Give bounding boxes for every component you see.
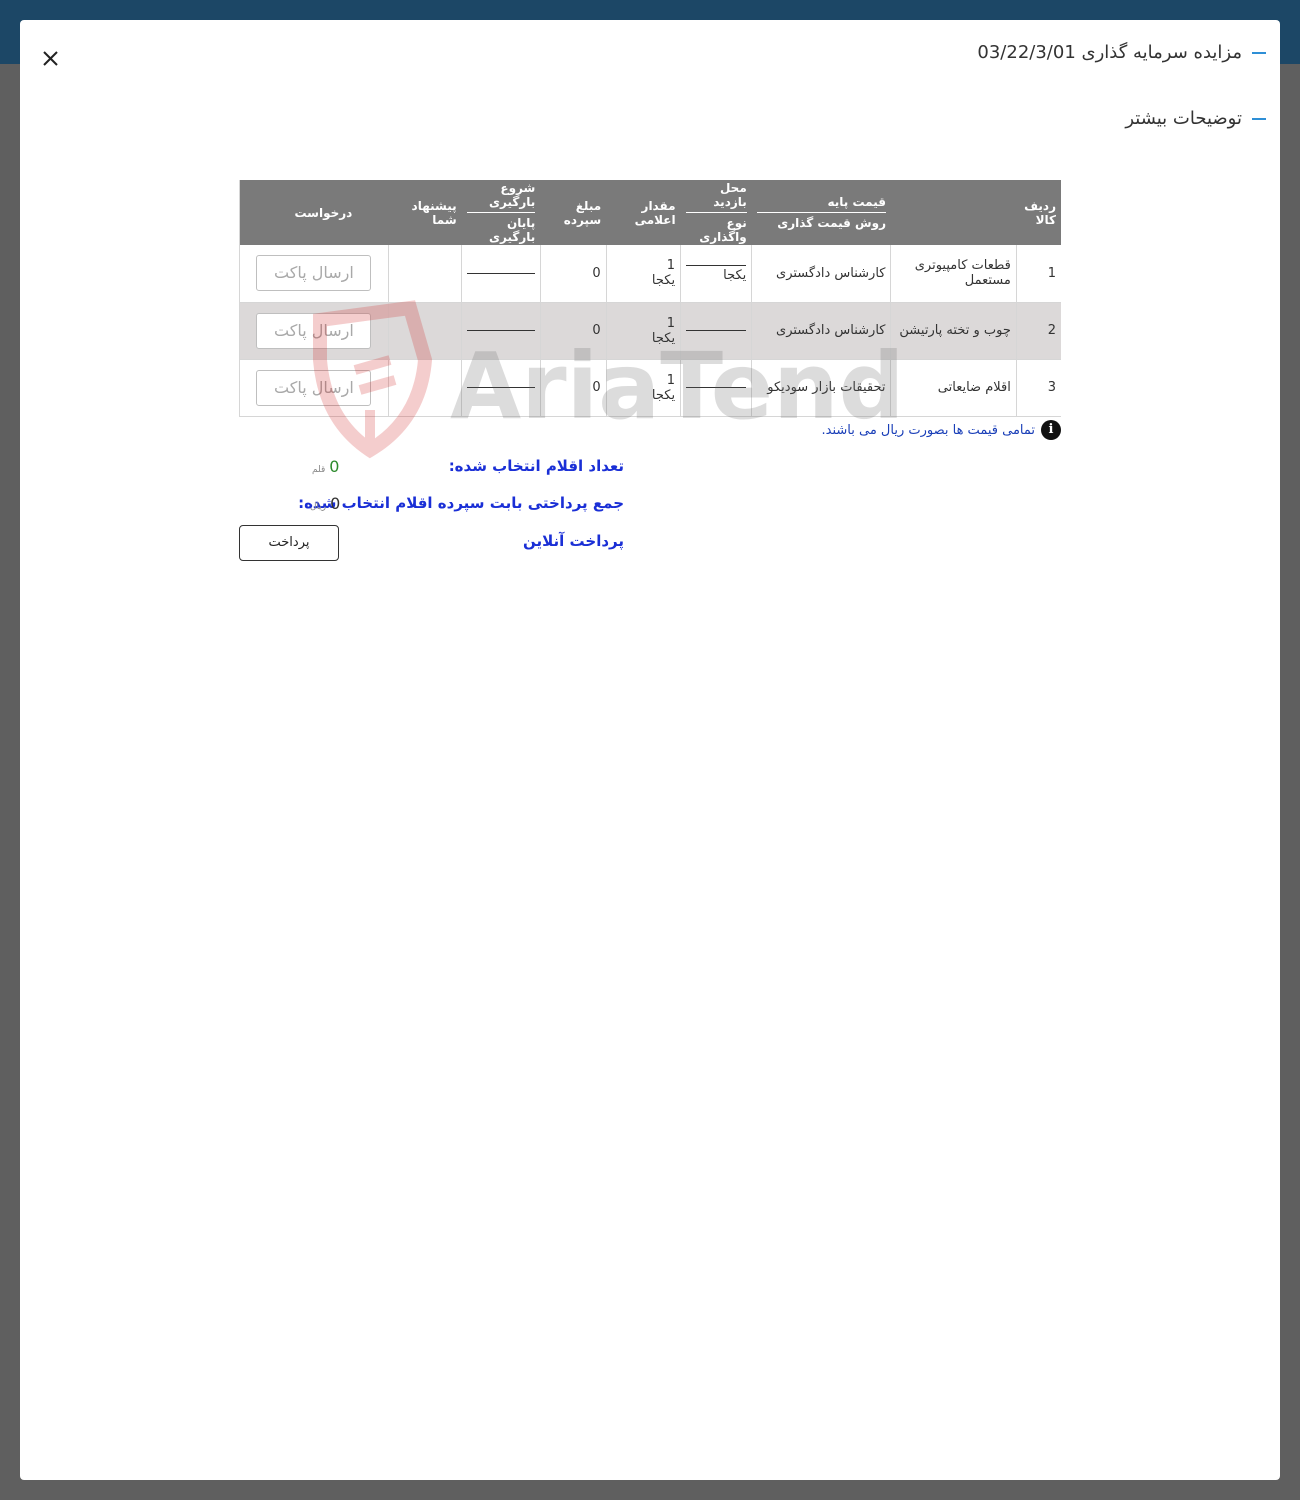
row-pricing-method: کارشناس دادگستری xyxy=(751,245,891,302)
table-header-row: ردیف کالا قیمت پایه روش قیمت گذاری محل ب… xyxy=(239,180,1061,245)
row-item-name: چوب و تخته پارتیشن xyxy=(890,302,1017,359)
empty-dash xyxy=(467,387,535,388)
table-row: 2 چوب و تخته پارتیشن کارشناس دادگستری 1 … xyxy=(239,302,1061,359)
items-table: ردیف کالا قیمت پایه روش قیمت گذاری محل ب… xyxy=(239,180,1061,417)
row-deposit: 0 xyxy=(539,359,607,416)
more-details-toggle[interactable]: توضیحات بیشتر xyxy=(1125,108,1266,129)
empty-dash xyxy=(686,330,747,331)
row-your-offer xyxy=(387,302,462,359)
header-price: قیمت پایه روش قیمت گذاری xyxy=(752,180,891,245)
empty-dash xyxy=(467,330,535,331)
row-loading-dates xyxy=(461,302,541,359)
row-loading-dates xyxy=(461,245,541,302)
row-visit-transfer xyxy=(680,359,752,416)
pay-button[interactable]: پرداخت xyxy=(239,525,339,561)
row-number: 2 xyxy=(1015,302,1061,359)
row-pricing-method: کارشناس دادگستری xyxy=(751,302,891,359)
price-note: i تمامی قیمت ها بصورت ریال می باشند. xyxy=(821,420,1061,440)
send-packet-button[interactable]: ارسال پاکت xyxy=(256,312,372,349)
send-packet-button[interactable]: ارسال پاکت xyxy=(256,369,372,406)
dash-icon xyxy=(1252,51,1266,54)
row-number: 3 xyxy=(1015,359,1061,416)
row-pricing-method: تحقیقات بازار سودیکو xyxy=(751,359,891,416)
more-details-label: توضیحات بیشتر xyxy=(1125,108,1242,129)
row-item-name: قطعات کامپیوتری مستعمل xyxy=(890,245,1017,302)
row-your-offer xyxy=(387,245,462,302)
header-item xyxy=(891,180,1016,245)
header-loading-start: شروع بارگیری xyxy=(466,181,536,213)
header-loading-end: پایان بارگیری xyxy=(489,216,536,244)
send-packet-button[interactable]: ارسال پاکت xyxy=(256,255,372,292)
row-request: ارسال پاکت xyxy=(239,302,389,359)
close-icon[interactable] xyxy=(36,44,64,72)
online-payment-label: پرداخت آنلاین xyxy=(522,532,624,550)
row-request: ارسال پاکت xyxy=(239,359,389,416)
row-declared-amount: 1 یکجا xyxy=(605,302,681,359)
empty-dash xyxy=(686,387,747,388)
table-row: 3 اقلام ضایعاتی تحقیقات بازار سودیکو 1 ی… xyxy=(239,359,1061,416)
header-row-num: ردیف کالا xyxy=(1024,198,1056,227)
dash-icon xyxy=(1252,117,1266,120)
empty-dash xyxy=(686,265,747,267)
header-base-price: قیمت پایه xyxy=(756,195,886,213)
total-payment-value: 0 ریال xyxy=(310,494,341,513)
row-declared-amount: 1 یکجا xyxy=(605,245,681,302)
info-icon: i xyxy=(1041,420,1061,440)
modal-dialog: مزایده سرمایه گذاری 03/22/3/01 توضیحات ب… xyxy=(20,20,1280,1480)
price-note-text: تمامی قیمت ها بصورت ریال می باشند. xyxy=(821,422,1036,438)
row-number: 1 xyxy=(1015,245,1061,302)
header-pricing-method: روش قیمت گذاری xyxy=(777,216,886,230)
modal-title-text: مزایده سرمایه گذاری 03/22/3/01 xyxy=(977,42,1242,63)
header-loading: شروع بارگیری پایان بارگیری xyxy=(462,180,541,245)
row-your-offer xyxy=(387,359,462,416)
items-table-wrapper: ردیف کالا قیمت پایه روش قیمت گذاری محل ب… xyxy=(239,180,1061,417)
table-row: 1 قطعات کامپیوتری مستعمل کارشناس دادگستر… xyxy=(239,245,1061,302)
row-declared-amount: 1 یکجا xyxy=(605,359,681,416)
header-declared-amount: مقدار اعلامی xyxy=(634,198,676,227)
header-deposit-amount: مبلغ سپرده xyxy=(563,198,602,227)
header-visit: محل بازدید نوع واگذاری xyxy=(681,180,752,245)
header-visit-location: محل بازدید xyxy=(685,181,747,213)
selected-count-value: 0 قلم xyxy=(312,457,340,476)
header-your-offer: پیشنهاد شما xyxy=(411,198,457,227)
total-payment-label: جمع پرداختی بابت سپرده اقلام انتخاب شده: xyxy=(298,494,624,512)
row-visit-transfer xyxy=(680,302,752,359)
empty-dash xyxy=(467,272,535,274)
row-item-name: اقلام ضایعاتی xyxy=(890,359,1017,416)
row-deposit: 0 xyxy=(539,245,607,302)
modal-title: مزایده سرمایه گذاری 03/22/3/01 xyxy=(977,42,1266,63)
row-request: ارسال پاکت xyxy=(239,245,389,302)
header-transfer-type: نوع واگذاری xyxy=(699,216,747,244)
selected-count-label: تعداد اقلام انتخاب شده: xyxy=(448,457,624,475)
header-request: درخواست xyxy=(294,205,353,220)
row-deposit: 0 xyxy=(539,302,607,359)
row-transfer-type: یکجا xyxy=(723,268,747,284)
row-visit-transfer: یکجا xyxy=(680,245,752,302)
row-loading-dates xyxy=(461,359,541,416)
